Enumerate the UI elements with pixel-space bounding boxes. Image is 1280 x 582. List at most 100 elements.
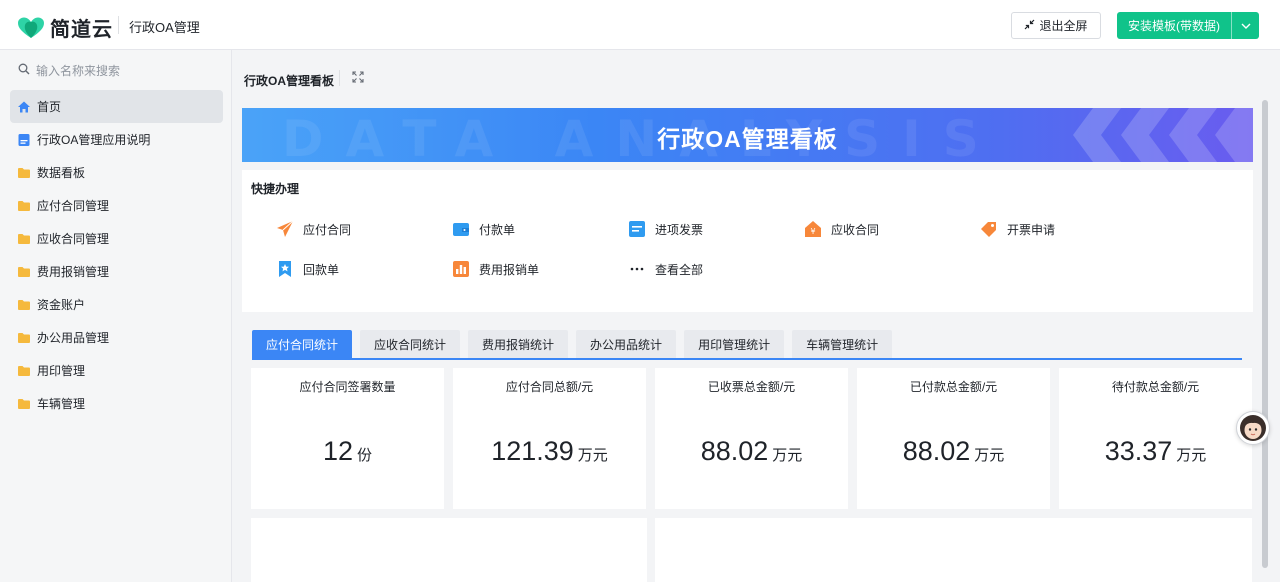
stat-label: 已付款总金额/元 <box>909 380 998 394</box>
stat-unit: 万元 <box>772 447 803 464</box>
folder-icon <box>17 265 31 279</box>
quick-item-receipt[interactable]: 回款单 <box>276 260 339 278</box>
quick-item-receivable-contract[interactable]: ¥ 应收合同 <box>804 220 879 238</box>
invoice-icon <box>628 220 646 238</box>
page-title: 行政OA管理看板 <box>244 74 335 88</box>
sidebar-item-label: 车辆管理 <box>37 397 86 411</box>
assistant-avatar[interactable] <box>1236 411 1270 445</box>
sidebar-item-expenses[interactable]: 费用报销管理 <box>10 255 223 288</box>
stat-card: 应付合同签署数量 12 份 <box>251 368 444 509</box>
sidebar-item-data-board[interactable]: 数据看板 <box>10 156 223 189</box>
sidebar-item-vehicles[interactable]: 车辆管理 <box>10 387 223 420</box>
quick-item-label: 付款单 <box>479 222 516 237</box>
stat-label: 应付合同总额/元 <box>505 380 594 394</box>
more-dots-icon <box>628 260 646 278</box>
stat-value: 121.39 万元 <box>453 436 646 467</box>
header-divider <box>339 70 340 86</box>
chart-card <box>655 518 1252 582</box>
sidebar-item-fund-accounts[interactable]: 资金账户 <box>10 288 223 321</box>
quick-actions-title: 快捷办理 <box>251 182 300 196</box>
stat-value: 12 份 <box>251 436 444 467</box>
folder-icon <box>17 166 31 180</box>
header-divider <box>118 16 119 34</box>
tab-receivable-contract-stats[interactable]: 应收合同统计 <box>360 330 461 359</box>
sidebar-item-label: 应付合同管理 <box>37 199 110 213</box>
tab-seal-stats[interactable]: 用印管理统计 <box>684 330 785 359</box>
stat-label: 已收票总金额/元 <box>707 380 796 394</box>
quick-actions-panel: 快捷办理 应付合同 付款单 进项发票 ¥ 应收合同 开票申请 回款单 费用报销单… <box>242 170 1253 312</box>
wallet-icon <box>452 220 470 238</box>
sidebar-item-label: 应收合同管理 <box>37 232 110 246</box>
stat-value: 33.37 万元 <box>1059 436 1252 467</box>
quick-item-label: 应付合同 <box>303 222 352 237</box>
folder-icon <box>17 364 31 378</box>
chart-card <box>251 518 647 582</box>
quick-item-label: 费用报销单 <box>479 262 540 277</box>
stat-label: 应付合同签署数量 <box>299 380 396 394</box>
stat-number: 33.37 <box>1104 436 1173 466</box>
sidebar-item-office-supplies[interactable]: 办公用品管理 <box>10 321 223 354</box>
quick-item-payment[interactable]: 付款单 <box>452 220 515 238</box>
folder-icon <box>17 331 31 345</box>
quick-item-expense-claim[interactable]: 费用报销单 <box>452 260 539 278</box>
home-icon <box>17 100 31 114</box>
page-scrollbar[interactable] <box>1262 100 1268 568</box>
logo-text: 简道云 <box>50 19 113 41</box>
quick-item-input-invoice[interactable]: 进项发票 <box>628 220 703 238</box>
search-input[interactable]: 输入名称来搜索 <box>36 62 120 79</box>
stat-unit: 万元 <box>974 447 1005 464</box>
top-bar: 简道云 行政OA管理 退出全屏 安装模板(带数据) <box>0 0 1280 50</box>
sidebar-item-label: 资金账户 <box>37 298 86 312</box>
folder-icon <box>17 298 31 312</box>
quick-item-invoice-request[interactable]: 开票申请 <box>980 220 1055 238</box>
sidebar-item-home[interactable]: 首页 <box>10 90 223 123</box>
tab-expense-stats[interactable]: 费用报销统计 <box>468 330 569 359</box>
install-template-label: 安装模板(带数据) <box>1128 19 1220 33</box>
quick-item-payable-contract[interactable]: 应付合同 <box>276 220 351 238</box>
sidebar-item-payable-contracts[interactable]: 应付合同管理 <box>10 189 223 222</box>
tabs-underline <box>252 358 1242 360</box>
app-name: 行政OA管理 <box>129 20 200 35</box>
tab-payable-contract-stats[interactable]: 应付合同统计 <box>252 330 353 359</box>
quick-item-view-all[interactable]: 查看全部 <box>628 260 703 278</box>
sidebar-item-label: 用印管理 <box>37 364 86 378</box>
logo[interactable]: 简道云 <box>16 13 113 42</box>
sidebar-search[interactable]: 输入名称来搜索 <box>18 62 120 79</box>
quick-item-label: 开票申请 <box>1007 222 1056 237</box>
sidebar: 输入名称来搜索 首页 行政OA管理应用说明 数据看板 应付合同管理 应收合同管理… <box>0 50 232 582</box>
document-icon <box>17 133 31 147</box>
stat-unit: 万元 <box>1176 447 1207 464</box>
stat-label: 待付款总金额/元 <box>1111 380 1200 394</box>
sidebar-item-app-guide[interactable]: 行政OA管理应用说明 <box>10 123 223 156</box>
stat-number: 88.02 <box>700 436 769 466</box>
stat-unit: 份 <box>357 447 373 464</box>
folder-icon <box>17 232 31 246</box>
chevron-down-icon[interactable] <box>1232 23 1259 29</box>
stat-number: 88.02 <box>902 436 971 466</box>
folder-icon <box>17 199 31 213</box>
tag-icon <box>980 220 998 238</box>
expand-icon[interactable] <box>351 70 365 84</box>
tab-vehicle-stats[interactable]: 车辆管理统计 <box>792 330 893 359</box>
install-template-button[interactable]: 安装模板(带数据) <box>1117 12 1259 39</box>
sidebar-item-seal-management[interactable]: 用印管理 <box>10 354 223 387</box>
tab-office-supplies-stats[interactable]: 办公用品统计 <box>576 330 677 359</box>
dashboard-banner: DATA ANALYSIS 行政OA管理看板 <box>242 108 1253 162</box>
stat-card: 待付款总金额/元 33.37 万元 <box>1059 368 1252 509</box>
stat-value: 88.02 万元 <box>857 436 1050 467</box>
sidebar-item-label: 首页 <box>37 100 62 114</box>
stat-card: 应付合同总额/元 121.39 万元 <box>453 368 646 509</box>
svg-text:¥: ¥ <box>810 227 815 236</box>
folder-icon <box>17 397 31 411</box>
sidebar-nav: 首页 行政OA管理应用说明 数据看板 应付合同管理 应收合同管理 费用报销管理 … <box>10 90 223 420</box>
sidebar-item-receivable-contracts[interactable]: 应收合同管理 <box>10 222 223 255</box>
exit-fullscreen-button[interactable]: 退出全屏 <box>1011 12 1101 39</box>
stat-card: 已收票总金额/元 88.02 万元 <box>655 368 848 509</box>
quick-item-label: 查看全部 <box>655 262 704 277</box>
search-icon <box>18 63 30 78</box>
sidebar-item-label: 办公用品管理 <box>37 331 110 345</box>
stat-value: 88.02 万元 <box>655 436 848 467</box>
exit-fullscreen-label: 退出全屏 <box>1039 19 1088 33</box>
collapse-arrows-icon <box>1024 19 1035 33</box>
statistics-tabs: 应付合同统计 应收合同统计 费用报销统计 办公用品统计 用印管理统计 车辆管理统… <box>252 330 893 359</box>
